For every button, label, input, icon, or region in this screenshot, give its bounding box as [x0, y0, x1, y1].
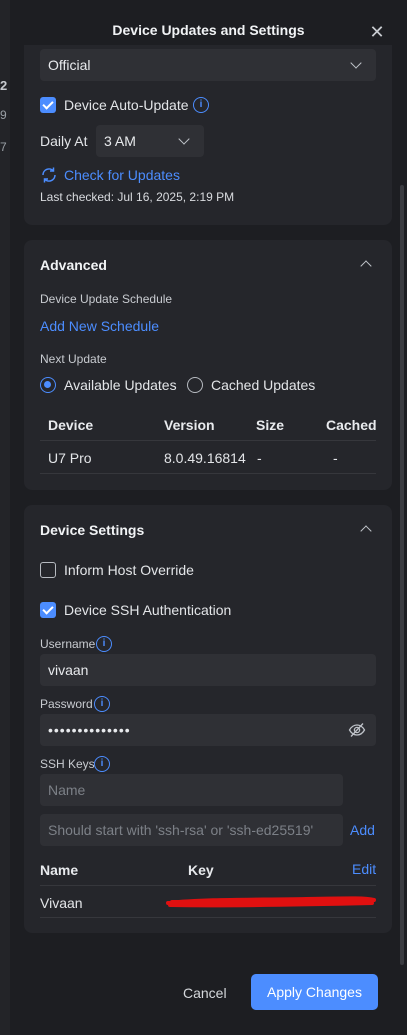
- ssh-key-value-input[interactable]: Should start with 'ssh-rsa' or 'ssh-ed25…: [40, 814, 343, 846]
- scrollbar[interactable]: [400, 185, 404, 965]
- advanced-card: Advanced Device Update Schedule Add New …: [24, 240, 392, 490]
- available-updates-label: Available Updates: [64, 377, 177, 393]
- cell-size: -: [257, 450, 262, 466]
- info-icon[interactable]: i: [94, 756, 110, 772]
- eye-off-icon[interactable]: [348, 722, 366, 738]
- column-header-device: Device: [48, 417, 94, 433]
- background-fragment: 2: [0, 78, 8, 93]
- cell-cached: -: [333, 450, 338, 466]
- ssh-auth-checkbox[interactable]: [40, 602, 56, 618]
- inform-host-override-label: Inform Host Override: [64, 562, 194, 578]
- cached-updates-radio[interactable]: [187, 377, 203, 393]
- info-icon[interactable]: i: [193, 97, 209, 113]
- password-input[interactable]: ••••••••••••••: [40, 714, 376, 746]
- chevron-up-icon[interactable]: [360, 525, 372, 537]
- column-header-key: Key: [188, 862, 214, 878]
- column-header-name: Name: [40, 862, 79, 878]
- update-channel-select[interactable]: Official: [40, 49, 376, 81]
- inform-host-override-checkbox[interactable]: [40, 562, 56, 578]
- daily-at-select[interactable]: 3 AM: [96, 125, 204, 157]
- available-updates-radio[interactable]: [40, 377, 56, 393]
- divider: [40, 473, 376, 474]
- schedule-label: Device Update Schedule: [40, 292, 173, 306]
- cancel-button[interactable]: Cancel: [183, 985, 227, 1001]
- redacted-key-scribble: [166, 896, 376, 908]
- info-icon[interactable]: i: [96, 636, 112, 652]
- password-value: ••••••••••••••: [48, 722, 131, 738]
- ssh-auth-label: Device SSH Authentication: [64, 602, 232, 618]
- cell-device: U7 Pro: [48, 450, 92, 466]
- check-for-updates-link[interactable]: Check for Updates: [64, 167, 180, 183]
- column-header-version: Version: [164, 417, 215, 433]
- cell-key-name: Vivaan: [40, 895, 83, 911]
- next-update-label: Next Update: [40, 352, 107, 366]
- advanced-title: Advanced: [40, 257, 107, 273]
- update-channel-value: Official: [48, 57, 91, 73]
- refresh-icon[interactable]: [40, 166, 58, 184]
- add-ssh-key-button[interactable]: Add: [350, 822, 375, 838]
- background-page-edge: 2 9 7: [0, 0, 10, 1035]
- auto-update-checkbox[interactable]: [40, 97, 56, 113]
- background-fragment: 7: [0, 140, 7, 154]
- password-label: Password: [40, 697, 93, 711]
- username-input[interactable]: vivaan: [40, 654, 376, 686]
- apply-changes-button[interactable]: Apply Changes: [251, 974, 378, 1010]
- auto-update-label: Device Auto-Update: [64, 97, 189, 113]
- cached-updates-label: Cached Updates: [211, 377, 316, 393]
- chevron-down-icon: [350, 57, 362, 69]
- background-fragment: 9: [0, 108, 7, 122]
- add-new-schedule-link[interactable]: Add New Schedule: [40, 318, 159, 334]
- daily-at-value: 3 AM: [104, 133, 136, 149]
- info-icon[interactable]: i: [94, 696, 110, 712]
- ssh-key-name-input[interactable]: Name: [40, 774, 343, 806]
- last-checked-text: Last checked: Jul 16, 2025, 2:19 PM: [40, 190, 235, 204]
- dialog-title: Device Updates and Settings: [112, 22, 305, 38]
- chevron-up-icon[interactable]: [360, 260, 372, 272]
- device-settings-title: Device Settings: [40, 522, 145, 538]
- divider: [40, 440, 376, 441]
- username-label: Username: [40, 637, 96, 651]
- close-icon[interactable]: ✕: [369, 23, 385, 41]
- edit-keys-button[interactable]: Edit: [352, 861, 376, 877]
- device-settings-card: Device Settings Inform Host Override Dev…: [24, 505, 392, 933]
- ssh-keys-label: SSH Keys: [40, 757, 95, 771]
- divider: [40, 885, 376, 886]
- cell-version: 8.0.49.16814: [164, 450, 246, 466]
- general-update-card: Official Device Auto-Update i Daily At 3…: [24, 45, 392, 225]
- daily-at-label: Daily At: [40, 133, 88, 149]
- device-updates-dialog: Device Updates and Settings ✕ Official D…: [10, 0, 407, 1035]
- column-header-size: Size: [256, 417, 285, 433]
- chevron-down-icon: [178, 133, 190, 145]
- divider: [40, 917, 376, 918]
- column-header-cached: Cached: [326, 417, 377, 433]
